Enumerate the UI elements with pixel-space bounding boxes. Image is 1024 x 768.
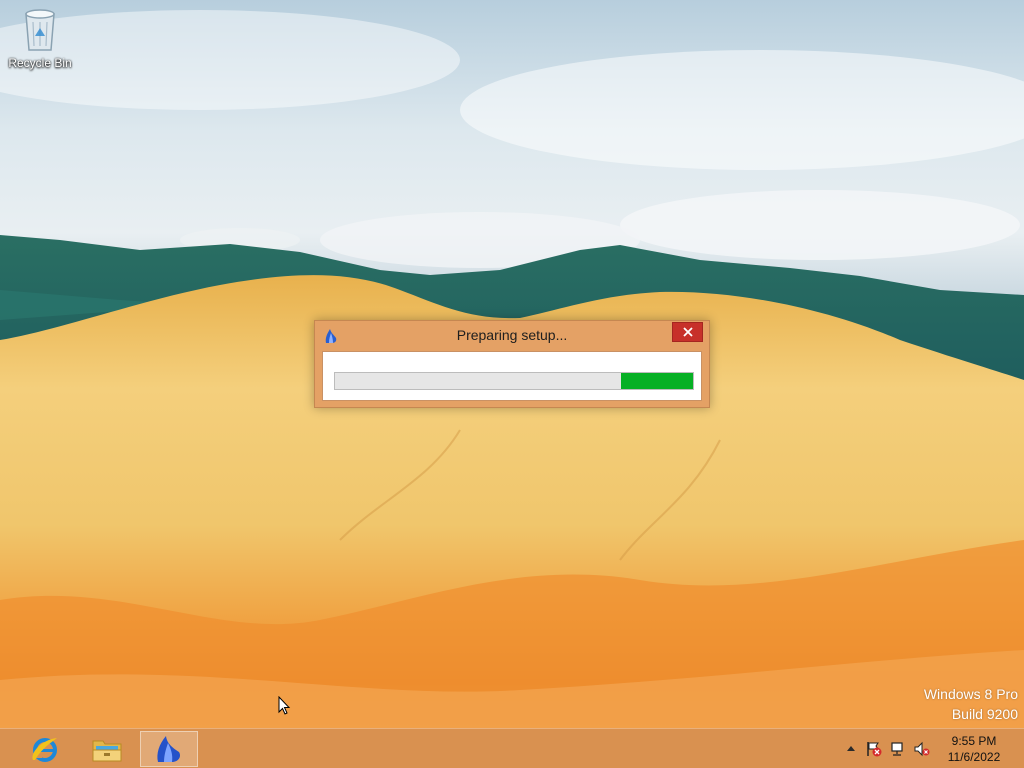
recycle-bin-icon [25, 9, 55, 51]
dialog-titlebar[interactable]: Preparing setup... [315, 321, 709, 349]
mouse-cursor-icon [278, 696, 291, 715]
windows-watermark: Windows 8 Pro Build 9200 [924, 684, 1018, 724]
action-center-icon [867, 742, 882, 757]
network-icon [891, 742, 903, 756]
setup-app-icon [157, 736, 181, 762]
folder-icon [92, 740, 122, 762]
close-button[interactable] [672, 322, 703, 342]
clock-time: 9:55 PM [951, 734, 997, 748]
taskbar-setup[interactable] [140, 731, 198, 767]
setup-progress-bar [334, 372, 694, 390]
close-icon [682, 327, 693, 337]
show-hidden-icons-button[interactable] [846, 741, 856, 755]
taskbar-file-explorer[interactable] [78, 731, 136, 767]
internet-explorer-icon [32, 738, 57, 762]
recycle-bin-label: Recycle Bin [8, 56, 72, 70]
dialog-content [322, 351, 702, 401]
watermark-edition: Windows 8 Pro [923, 686, 1018, 702]
recycle-bin-shortcut[interactable]: Recycle Bin [6, 6, 74, 70]
network-button[interactable] [890, 741, 906, 757]
setup-dialog: Preparing setup... [314, 320, 710, 408]
clock-date: 11/6/2022 [947, 750, 1001, 764]
taskbar-clock[interactable]: 9:55 PM 11/6/2022 [934, 733, 1014, 765]
taskbar-internet-explorer[interactable] [16, 731, 74, 767]
desktop: Recycle Bin Windows 8 Pro Build 9200 Pre… [0, 0, 1024, 768]
progress-fill [621, 373, 693, 389]
action-center-button[interactable] [866, 741, 882, 757]
volume-muted-icon [914, 741, 930, 757]
taskbar: 9:55 PM 11/6/2022 [0, 728, 1024, 768]
volume-button[interactable] [914, 741, 930, 757]
watermark-build: Build 9200 [951, 706, 1018, 722]
dialog-title: Preparing setup... [456, 327, 568, 343]
show-hidden-icons-icon [847, 746, 855, 751]
